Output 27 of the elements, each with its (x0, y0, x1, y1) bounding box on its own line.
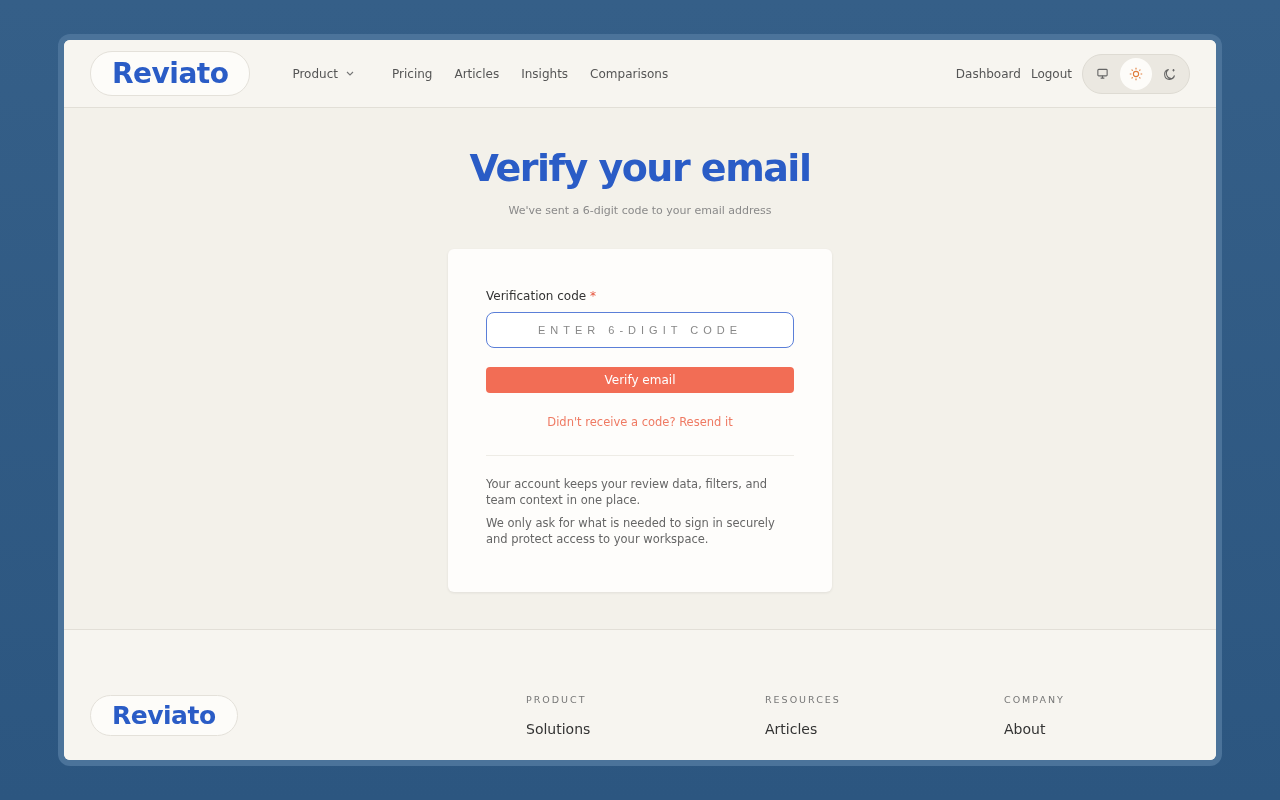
field-label: Verification code (486, 289, 587, 303)
footer-link[interactable]: Articles (765, 721, 1004, 737)
nav-link[interactable]: Insights (521, 66, 569, 81)
info-text: We only ask for what is needed to sign in securely and protect access to your workspace. (486, 515, 776, 547)
code-input-field[interactable]: ENTER 6-DIGIT CODE (486, 312, 794, 348)
nav-link[interactable]: Logout (1030, 66, 1072, 81)
nav-link[interactable]: Articles (454, 66, 500, 81)
logo[interactable]: Reviato (90, 51, 251, 96)
footer-heading: RESOURCES (765, 694, 842, 705)
footer-heading: COMPANY (1004, 694, 1066, 705)
logo[interactable]: Reviato (90, 695, 238, 736)
sun-icon (1129, 66, 1143, 81)
footer-heading: PRODUCT (526, 694, 588, 705)
monitor-icon (1095, 67, 1109, 80)
required-mark: * (590, 289, 596, 303)
footer-link[interactable]: About (1004, 721, 1190, 737)
chevron-down-icon (346, 71, 354, 76)
nav-link[interactable]: Pricing (392, 66, 433, 81)
footer-link[interactable]: Solutions (526, 721, 765, 737)
info-text: Your account keeps your review data, filters, and team context in one place. (486, 476, 769, 508)
nav-link[interactable]: Product (292, 66, 354, 81)
moon-icon (1163, 66, 1177, 81)
nav-link[interactable]: Dashboard (955, 66, 1021, 81)
theme-option[interactable] (1120, 57, 1152, 90)
nav-link[interactable]: Comparisons (590, 66, 669, 81)
page-title: Verify your email (469, 146, 811, 190)
page-subtitle: We've sent a 6-digit code to your email address (508, 204, 772, 217)
